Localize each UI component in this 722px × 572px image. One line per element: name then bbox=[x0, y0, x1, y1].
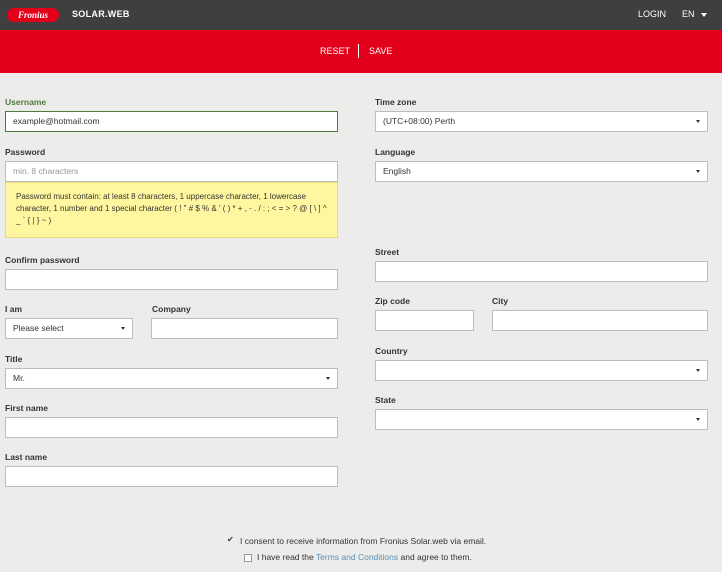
brand-title: SOLAR.WEB bbox=[72, 9, 130, 19]
title-label: Title bbox=[5, 354, 23, 364]
country-select[interactable] bbox=[375, 360, 708, 381]
login-link[interactable]: LOGIN bbox=[638, 9, 666, 19]
title-value: Mr. bbox=[13, 373, 25, 383]
top-navigation-bar: Fronius SOLAR.WEB LOGIN EN bbox=[0, 0, 722, 30]
dropdown-arrow-icon bbox=[121, 327, 125, 330]
i-am-value: Please select bbox=[13, 323, 64, 333]
email-consent-checkbox[interactable] bbox=[227, 535, 235, 545]
city-input[interactable] bbox=[492, 310, 708, 331]
language-selector[interactable]: EN bbox=[682, 9, 707, 19]
title-select[interactable]: Mr. bbox=[5, 368, 338, 389]
i-am-label: I am bbox=[5, 304, 23, 314]
company-label: Company bbox=[152, 304, 191, 314]
password-input[interactable]: min. 8 characters bbox=[5, 161, 338, 182]
action-divider bbox=[358, 44, 359, 58]
terms-link[interactable]: Terms and Conditions bbox=[316, 552, 398, 562]
first-name-input[interactable] bbox=[5, 417, 338, 438]
email-consent-text: I consent to receive information from Fr… bbox=[240, 536, 487, 546]
save-button[interactable]: SAVE bbox=[369, 46, 392, 56]
username-input[interactable]: example@hotmail.com bbox=[5, 111, 338, 132]
password-hint: Password must contain: at least 8 charac… bbox=[5, 182, 338, 238]
city-label: City bbox=[492, 296, 509, 306]
terms-prefix: I have read the bbox=[257, 552, 316, 562]
confirm-password-label: Confirm password bbox=[5, 255, 80, 265]
time-zone-label: Time zone bbox=[375, 97, 417, 107]
language-code: EN bbox=[682, 9, 695, 19]
dropdown-arrow-icon bbox=[326, 377, 330, 380]
first-name-label: First name bbox=[5, 403, 48, 413]
time-zone-select[interactable]: (UTC+08:00) Perth bbox=[375, 111, 708, 132]
language-value: English bbox=[383, 166, 411, 176]
last-name-label: Last name bbox=[5, 452, 48, 462]
action-bar: RESET SAVE bbox=[0, 30, 722, 73]
terms-text: I have read the Terms and Conditions and… bbox=[257, 552, 472, 562]
password-label: Password bbox=[5, 147, 46, 157]
last-name-input[interactable] bbox=[5, 466, 338, 487]
chevron-down-icon bbox=[700, 12, 707, 17]
country-label: Country bbox=[375, 346, 408, 356]
state-label: State bbox=[375, 395, 396, 405]
zip-code-input[interactable] bbox=[375, 310, 474, 331]
zip-code-label: Zip code bbox=[375, 296, 410, 306]
language-select[interactable]: English bbox=[375, 161, 708, 182]
time-zone-value: (UTC+08:00) Perth bbox=[383, 116, 456, 126]
language-label: Language bbox=[375, 147, 416, 157]
username-value: example@hotmail.com bbox=[13, 116, 100, 126]
terms-suffix: and agree to them. bbox=[398, 552, 472, 562]
dropdown-arrow-icon bbox=[696, 418, 700, 421]
i-am-select[interactable]: Please select bbox=[5, 318, 133, 339]
dropdown-arrow-icon bbox=[696, 369, 700, 372]
confirm-password-input[interactable] bbox=[5, 269, 338, 290]
terms-checkbox[interactable] bbox=[244, 554, 252, 562]
fronius-logo[interactable]: Fronius bbox=[7, 8, 59, 22]
reset-button[interactable]: RESET bbox=[320, 46, 350, 56]
state-select[interactable] bbox=[375, 409, 708, 430]
street-input[interactable] bbox=[375, 261, 708, 282]
company-input[interactable] bbox=[151, 318, 338, 339]
password-placeholder: min. 8 characters bbox=[13, 166, 79, 176]
dropdown-arrow-icon bbox=[696, 170, 700, 173]
dropdown-arrow-icon bbox=[696, 120, 700, 123]
username-label: Username bbox=[5, 97, 47, 107]
street-label: Street bbox=[375, 247, 400, 257]
